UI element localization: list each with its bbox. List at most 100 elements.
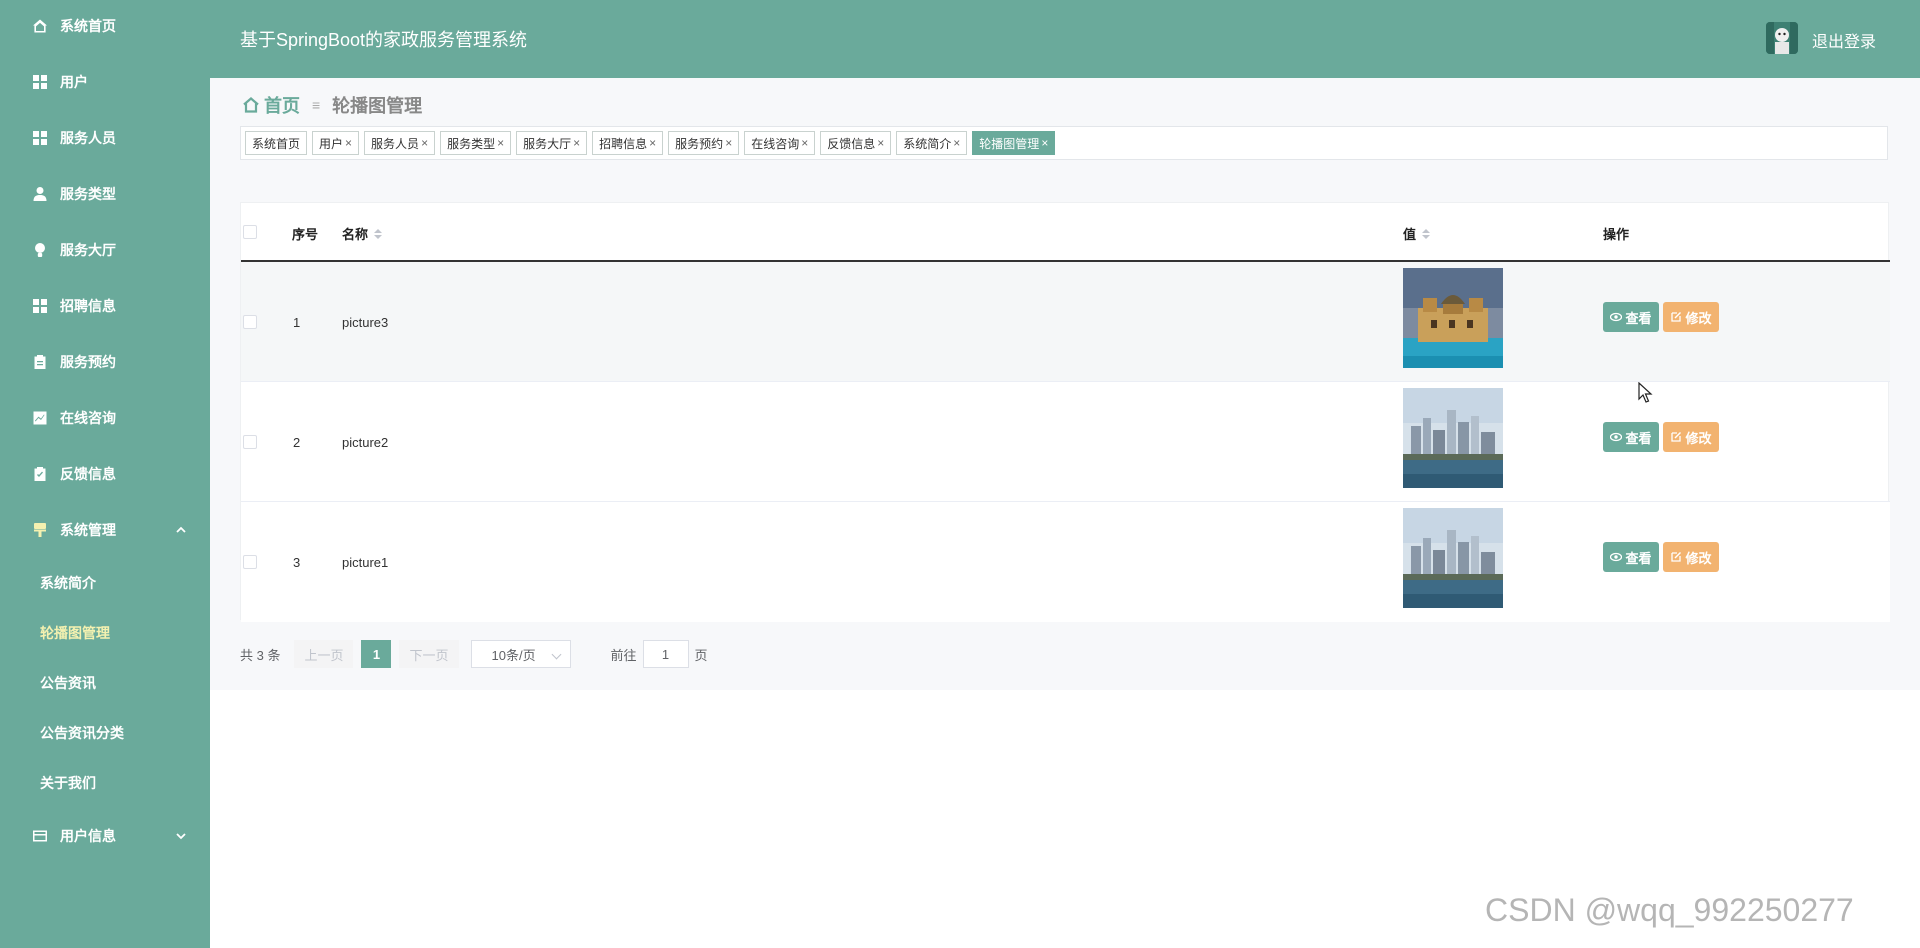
view-button[interactable]: 查看	[1603, 422, 1659, 452]
tag-service-types[interactable]: 服务类型 ×	[440, 131, 512, 155]
row-name: picture2	[342, 435, 389, 450]
avatar[interactable]	[1766, 22, 1798, 54]
close-icon[interactable]: ×	[573, 136, 580, 150]
submenu-item-announcement-categories[interactable]: 公告资讯分类	[40, 718, 124, 748]
breadcrumb: 首页 ≡ 轮播图管理	[242, 92, 422, 118]
row-checkbox[interactable]	[243, 315, 257, 329]
submenu-item-label: 公告资讯分类	[40, 725, 124, 741]
column-header-actions: 操作	[1603, 224, 1629, 243]
logout-button[interactable]: 退出登录	[1812, 28, 1876, 52]
sort-icon[interactable]	[1422, 228, 1431, 239]
view-button[interactable]: 查看	[1603, 542, 1659, 572]
edit-button[interactable]: 修改	[1663, 422, 1719, 452]
tag-users[interactable]: 用户 ×	[312, 131, 360, 155]
mouse-cursor-icon	[1638, 381, 1654, 404]
tag-label: 系统简介	[903, 136, 952, 151]
sidebar-item-recruitment[interactable]: 招聘信息	[0, 286, 210, 326]
table-header: 序号 名称 值 操作	[241, 203, 1890, 262]
home-icon	[20, 18, 60, 34]
sidebar-item-label: 服务大厅	[60, 242, 116, 258]
edit-button[interactable]: 修改	[1663, 302, 1719, 332]
sort-icon[interactable]	[374, 228, 383, 239]
column-header-label: 名称	[342, 227, 369, 242]
sidebar-item-label: 用户	[60, 74, 88, 90]
tag-recruitment[interactable]: 招聘信息 ×	[592, 131, 664, 155]
tag-system-intro[interactable]: 系统简介 ×	[896, 131, 968, 155]
grid-icon	[20, 130, 60, 146]
column-header-name[interactable]: 名称	[342, 224, 383, 243]
row-checkbox[interactable]	[243, 435, 257, 449]
close-icon[interactable]: ×	[649, 136, 656, 150]
submenu-item-label: 关于我们	[40, 775, 96, 791]
close-icon[interactable]: ×	[953, 136, 960, 150]
main-content: 首页 ≡ 轮播图管理 系统首页 用户 × 服务人员 × 服务类型 × 服务大厅 × 招聘…	[210, 78, 1920, 690]
sidebar-item-feedback[interactable]: 反馈信息	[0, 454, 210, 494]
select-all-checkbox[interactable]	[243, 225, 257, 239]
close-icon[interactable]: ×	[497, 136, 504, 150]
pagination-total: 共 3 条	[240, 647, 281, 663]
tag-label: 系统首页	[252, 136, 301, 151]
castle-photo[interactable]	[1403, 268, 1503, 368]
grid-icon	[20, 74, 60, 90]
sidebar-item-online-consult[interactable]: 在线咨询	[0, 398, 210, 438]
tag-online-consult[interactable]: 在线咨询 ×	[744, 131, 816, 155]
close-icon[interactable]: ×	[345, 136, 352, 150]
submenu-item-about-us[interactable]: 关于我们	[40, 768, 96, 798]
tag-label: 在线咨询	[751, 136, 800, 151]
sidebar-item-service-staff[interactable]: 服务人员	[0, 118, 210, 158]
home-icon	[242, 96, 260, 114]
sidebar: 系统首页 用户 服务人员 服务类型 服务大厅 招聘信息 服务预约 在线咨询 反馈…	[0, 0, 210, 948]
page-unit-label: 页	[694, 647, 708, 663]
tag-service-staff[interactable]: 服务人员 ×	[364, 131, 436, 155]
tag-appointments[interactable]: 服务预约 ×	[668, 131, 740, 155]
goto-label: 前往	[610, 647, 637, 663]
tag-service-hall[interactable]: 服务大厅 ×	[516, 131, 588, 155]
sidebar-item-system-management[interactable]: 系统管理	[0, 510, 210, 550]
sidebar-item-users[interactable]: 用户	[0, 62, 210, 102]
edit-button-label: 修改	[1685, 310, 1712, 326]
bulb-icon	[20, 242, 60, 258]
breadcrumb-home[interactable]: 首页	[264, 92, 300, 118]
goto-page-input[interactable]: 1	[642, 640, 689, 668]
close-icon[interactable]: ×	[877, 136, 884, 150]
tag-carousel-management[interactable]: 轮播图管理 ×	[972, 131, 1056, 155]
close-icon[interactable]: ×	[1041, 136, 1048, 150]
page-size-select[interactable]: 10条/页	[470, 640, 571, 668]
edit-button[interactable]: 修改	[1663, 542, 1719, 572]
tag-label: 用户	[319, 136, 344, 151]
city-skyline-photo[interactable]	[1403, 508, 1503, 608]
close-icon[interactable]: ×	[421, 136, 428, 150]
edit-icon	[1671, 312, 1682, 322]
city-skyline-photo[interactable]	[1403, 388, 1503, 488]
table-row: 1 picture3 查看 修改	[241, 262, 1890, 382]
sidebar-item-home[interactable]: 系统首页	[0, 6, 210, 46]
breadcrumb-current: 轮播图管理	[332, 96, 423, 116]
close-icon[interactable]: ×	[801, 136, 808, 150]
column-header-value[interactable]: 值	[1403, 224, 1431, 243]
top-header: 基于SpringBoot的家政服务管理系统 退出登录	[210, 0, 1920, 78]
sidebar-item-user-info[interactable]: 用户信息	[0, 816, 210, 856]
view-button[interactable]: 查看	[1603, 302, 1659, 332]
tag-system-home[interactable]: 系统首页	[245, 131, 308, 155]
prev-page-button[interactable]: 上一页	[294, 640, 354, 668]
tag-feedback[interactable]: 反馈信息 ×	[820, 131, 892, 155]
submenu-item-announcements[interactable]: 公告资讯	[40, 668, 96, 698]
close-icon[interactable]: ×	[725, 136, 732, 150]
table-row: 3 picture1 查看 修改	[241, 502, 1890, 622]
sidebar-item-label: 在线咨询	[60, 410, 116, 426]
view-button-label: 查看	[1625, 430, 1652, 446]
sidebar-item-label: 服务类型	[60, 186, 116, 202]
sidebar-item-service-types[interactable]: 服务类型	[0, 174, 210, 214]
page-number-1[interactable]: 1	[361, 640, 392, 668]
eye-icon	[1610, 312, 1623, 322]
sidebar-item-appointments[interactable]: 服务预约	[0, 342, 210, 382]
next-page-button[interactable]: 下一页	[399, 640, 459, 668]
row-checkbox[interactable]	[243, 555, 257, 569]
submenu-item-carousel-management[interactable]: 轮播图管理	[40, 618, 110, 648]
column-header-label: 序号	[292, 227, 319, 242]
submenu-item-system-intro[interactable]: 系统简介	[40, 568, 96, 598]
submenu-item-label: 轮播图管理	[40, 625, 110, 641]
clipboard-icon	[20, 354, 60, 370]
sidebar-item-service-hall[interactable]: 服务大厅	[0, 230, 210, 270]
sidebar-item-label: 服务预约	[60, 354, 116, 370]
